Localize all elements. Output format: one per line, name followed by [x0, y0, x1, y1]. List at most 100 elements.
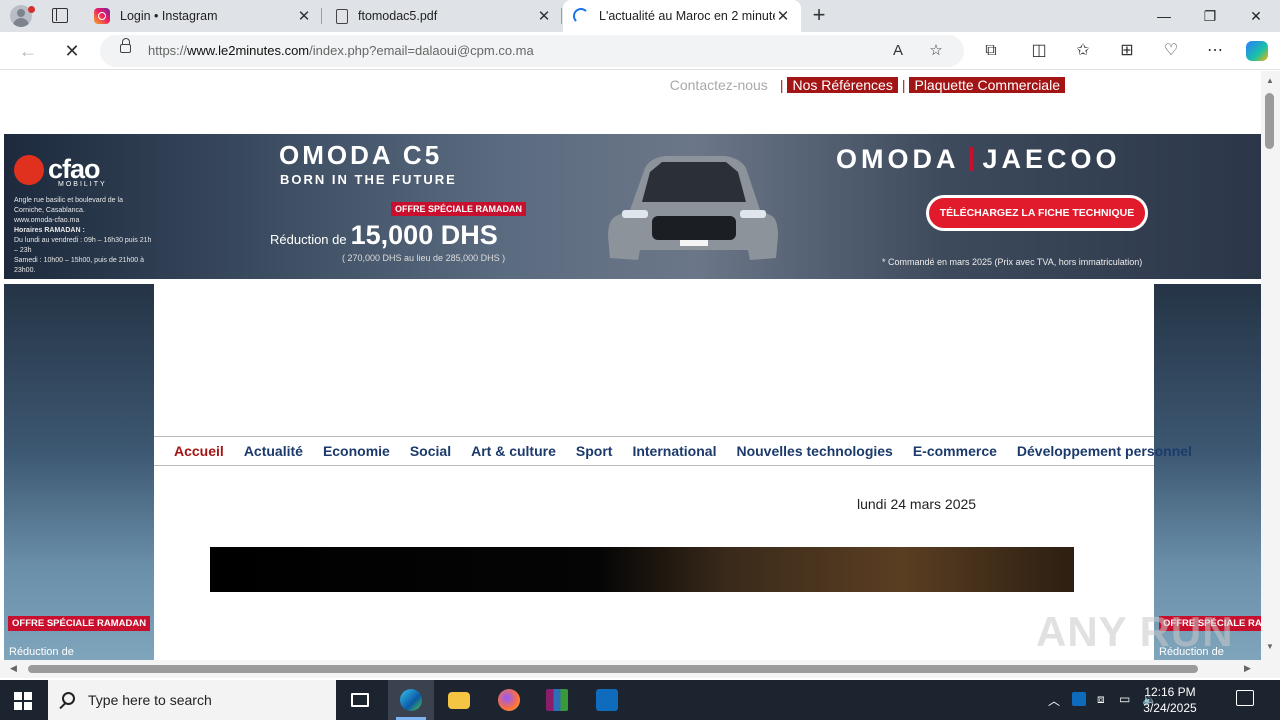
cfao-brand-sub: MOBILITY	[58, 181, 107, 188]
side-ad-text: Réduction de	[9, 646, 74, 658]
dealer-website: www.omoda-cfao.ma	[14, 217, 80, 224]
right-side-ad[interactable]: OFFRE SPÉCIALE RAMADAN Réduction de	[1154, 284, 1261, 660]
address-bar[interactable]: https://www.le2minutes.com/index.php?ema…	[100, 35, 964, 67]
pdf-document-icon	[336, 8, 348, 24]
link-separator: |	[901, 77, 906, 93]
favorites-icon[interactable]: ✩	[1072, 41, 1094, 61]
lock-icon[interactable]	[120, 38, 131, 53]
omoda-jaecoo-logo: OMODA JAECOO	[836, 144, 1121, 174]
close-tab-icon[interactable]: ✕	[536, 7, 552, 25]
dealer-address: Angle rue basilic et boulevard de la Cor…	[14, 197, 123, 214]
windows-start-icon[interactable]	[14, 692, 32, 710]
outlook-tray-icon[interactable]	[1072, 692, 1086, 706]
left-side-ad[interactable]: OFFRE SPÉCIALE RAMADAN Réduction de	[4, 284, 154, 660]
more-menu-icon[interactable]: ⋯	[1204, 41, 1226, 61]
winrar-icon[interactable]	[534, 680, 580, 720]
vertical-scroll-thumb[interactable]	[1265, 93, 1274, 149]
browser-essentials-icon[interactable]: ♡	[1160, 41, 1182, 61]
model-name: OMODA C5	[279, 140, 443, 170]
tab-instagram[interactable]: Login • Instagram ✕	[84, 0, 322, 32]
horizontal-scroll-thumb[interactable]	[28, 665, 1198, 673]
top-links: Contactez-nous | Nos Références | Plaque…	[670, 77, 1065, 93]
collections-icon[interactable]: ⊞	[1116, 41, 1138, 61]
page-viewport: Contactez-nous | Nos Références | Plaque…	[0, 71, 1280, 678]
tab-title: ftomodac5.pdf	[358, 9, 438, 23]
windows-taskbar: Type here to search ︿ ⧈ ▭ 🔈 12:16 PM 3/2…	[0, 680, 1280, 720]
nav-item-nouvelles-technologies[interactable]: Nouvelles technologies	[736, 443, 892, 459]
url-text[interactable]: https://www.le2minutes.com/index.php?ema…	[148, 43, 534, 58]
scroll-down-icon[interactable]: ▼	[1266, 642, 1274, 651]
task-view-icon[interactable]	[337, 680, 383, 720]
main-nav: Accueil Actualité Economie Social Art & …	[154, 436, 1192, 466]
hours-title: Horaires RAMADAN :	[14, 227, 85, 234]
profile-notification-dot	[28, 6, 35, 13]
tab-title: Login • Instagram	[120, 9, 218, 23]
nav-item-sport[interactable]: Sport	[576, 443, 613, 459]
taskbar-search-box[interactable]: Type here to search	[48, 680, 336, 720]
tab-le2minutes[interactable]: L'actualité au Maroc en 2 minutes ✕	[563, 0, 801, 32]
close-window-button[interactable]: ✕	[1233, 0, 1279, 32]
nav-item-developpement-personnel[interactable]: Développement personnel	[1017, 443, 1192, 459]
model-tagline: BORN IN THE FUTURE	[280, 172, 457, 187]
file-explorer-icon[interactable]	[436, 680, 482, 720]
horizontal-scrollbar[interactable]: ◀ ▶	[0, 660, 1261, 678]
scroll-left-icon[interactable]: ◀	[10, 663, 17, 674]
split-screen-icon[interactable]: ◫	[1028, 41, 1050, 61]
taskbar-clock[interactable]: 12:16 PM 3/24/2025	[1140, 684, 1200, 716]
network-icon[interactable]: ▭	[1119, 692, 1130, 706]
car-image	[608, 156, 778, 260]
cfao-block: cfao MOBILITY Angle rue basilic et boule…	[14, 154, 154, 276]
minimize-button[interactable]: —	[1141, 0, 1187, 32]
top-banner-ad[interactable]: cfao MOBILITY Angle rue basilic et boule…	[4, 134, 1261, 279]
tab-pdf[interactable]: ftomodac5.pdf ✕	[324, 0, 562, 32]
edge-icon[interactable]	[388, 680, 434, 720]
dealer-info: Angle rue basilic et boulevard de la Cor…	[14, 196, 154, 276]
tray-overflow-icon[interactable]: ︿	[1048, 692, 1060, 709]
search-icon	[62, 692, 75, 705]
price-reduction: Réduction de 15,000 DHS	[270, 220, 498, 250]
loading-spinner-icon	[573, 8, 589, 24]
tab-actions-icon[interactable]	[52, 8, 68, 23]
nav-item-international[interactable]: International	[632, 443, 716, 459]
scroll-up-icon[interactable]: ▲	[1266, 76, 1274, 85]
hours-week: Du lundi au vendredi : 09h – 16h30 puis …	[14, 237, 152, 254]
clock-date: 3/24/2025	[1143, 701, 1197, 715]
notifications-icon[interactable]	[1236, 690, 1254, 706]
stop-loading-button[interactable]: ✕	[60, 39, 84, 63]
outlook-icon[interactable]	[584, 680, 630, 720]
copilot-icon[interactable]	[1246, 41, 1268, 61]
extensions-icon[interactable]: ⧉	[980, 41, 1002, 61]
nav-item-social[interactable]: Social	[410, 443, 451, 459]
vertical-scrollbar[interactable]: ▲ ▼	[1261, 71, 1280, 678]
references-link[interactable]: Nos Références	[787, 77, 898, 93]
current-date: lundi 24 mars 2025	[857, 496, 977, 512]
restore-button[interactable]: ❐	[1187, 0, 1233, 32]
clock-time: 12:16 PM	[1144, 685, 1196, 699]
close-tab-icon[interactable]: ✕	[775, 7, 791, 25]
link-separator: |	[779, 77, 784, 93]
close-tab-icon[interactable]: ✕	[296, 7, 312, 25]
instagram-icon	[94, 8, 110, 24]
nav-item-e-commerce[interactable]: E-commerce	[913, 443, 997, 459]
anyrun-watermark: ANY RUN	[1036, 608, 1234, 655]
download-spec-sheet-button[interactable]: TÉLÉCHARGEZ LA FICHE TECHNIQUE	[926, 195, 1148, 231]
search-placeholder: Type here to search	[88, 692, 212, 708]
firefox-icon[interactable]	[486, 680, 532, 720]
contact-link[interactable]: Contactez-nous	[670, 77, 768, 93]
nav-item-economie[interactable]: Economie	[323, 443, 390, 459]
featured-media[interactable]	[210, 547, 1074, 592]
favorite-star-icon[interactable]: ☆	[926, 41, 946, 61]
scroll-right-icon[interactable]: ▶	[1244, 663, 1251, 674]
new-tab-button[interactable]: +	[808, 4, 830, 28]
back-button[interactable]: ←	[16, 39, 40, 63]
device-icon[interactable]: ⧈	[1097, 692, 1105, 707]
nav-item-accueil[interactable]: Accueil	[174, 443, 224, 459]
nav-item-art-culture[interactable]: Art & culture	[471, 443, 556, 459]
legal-note: * Commandé en mars 2025 (Prix avec TVA, …	[882, 257, 1143, 267]
price-note: ( 270,000 DHS au lieu de 285,000 DHS )	[342, 253, 506, 263]
brochure-link[interactable]: Plaquette Commerciale	[909, 77, 1065, 93]
ramadan-offer-badge: OFFRE SPÉCIALE RAMADAN	[391, 202, 527, 216]
nav-item-actualite[interactable]: Actualité	[244, 443, 303, 459]
read-aloud-icon[interactable]: A	[888, 41, 908, 61]
hours-saturday: Samedi : 10h00 – 15h00, puis de 21h00 à …	[14, 257, 144, 274]
